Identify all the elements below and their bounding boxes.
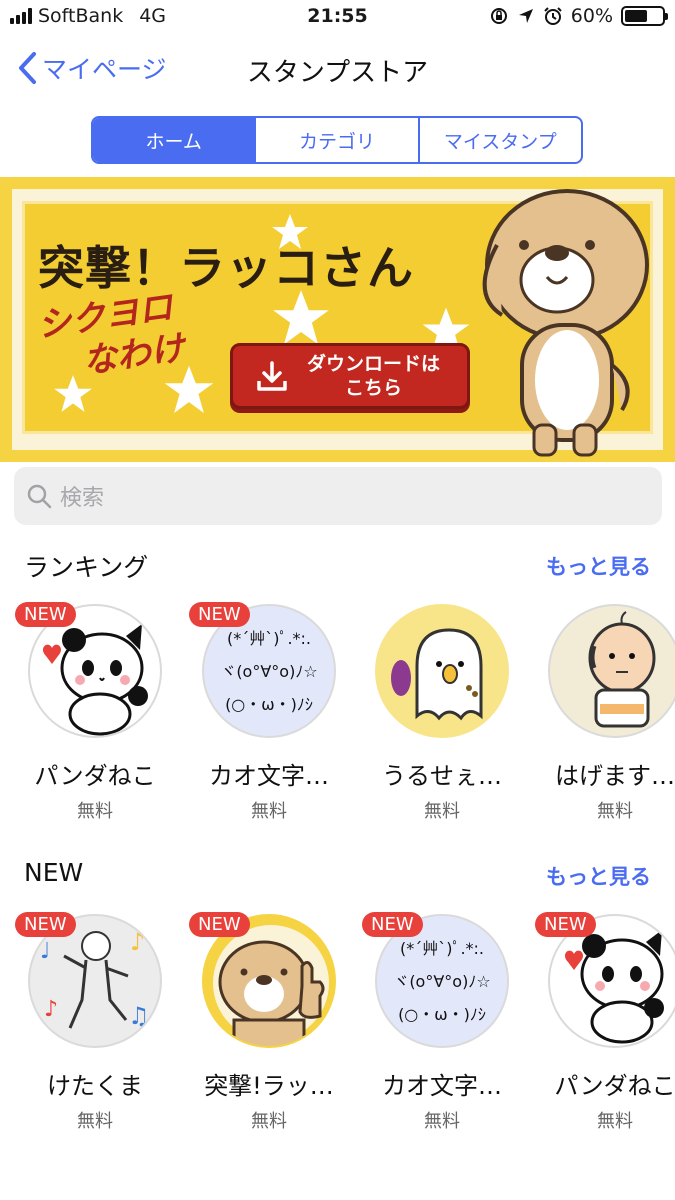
sticker-price: 無料	[597, 801, 633, 822]
alarm-icon	[544, 7, 562, 25]
tab-category[interactable]: カテゴリ	[256, 118, 420, 162]
ranking-more-link[interactable]: もっと見る	[546, 551, 651, 581]
svg-text:♩: ♩	[40, 939, 50, 964]
sticker-price: 無料	[251, 1111, 287, 1132]
download-label-line-2: こちら	[345, 377, 403, 399]
sticker-name: けたくま	[47, 1072, 143, 1100]
sticker-thumbnail	[375, 604, 509, 738]
sticker-name: パンダねこ	[34, 762, 156, 790]
sticker-name: はげます…	[555, 762, 675, 790]
kaomoji-line: (○・ω・)ﾉｼ	[398, 1004, 486, 1024]
tab-my-stamps[interactable]: マイスタンプ	[420, 118, 581, 162]
sticker-price: 無料	[77, 801, 113, 822]
segmented-control: ホーム カテゴリ マイスタンプ	[91, 116, 583, 164]
new-badge: NEW	[362, 912, 423, 937]
new-badge: NEW	[189, 912, 250, 937]
tab-home[interactable]: ホーム	[93, 118, 257, 162]
sticker-name: カオ文字…	[382, 1072, 502, 1100]
page-title: スタンプストア	[246, 58, 429, 88]
location-icon	[518, 9, 533, 23]
new-section-title: NEW	[24, 858, 84, 887]
download-label-line-1: ダウンロードは	[307, 353, 441, 375]
sticker-name: パンダねこ	[554, 1072, 675, 1100]
kaomoji-line: ヾ(o°∀°o)ﾉ☆	[393, 971, 491, 991]
battery-percent: 60%	[570, 5, 613, 27]
svg-text:♫: ♫	[128, 1002, 150, 1030]
kaomoji-line: (○・ω・)ﾉｼ	[225, 694, 313, 714]
orientation-lock-icon	[490, 8, 507, 24]
sticker-name: カオ文字…	[209, 762, 329, 790]
new-more-link[interactable]: もっと見る	[546, 861, 651, 891]
otter-character-image	[482, 189, 649, 457]
navigation-bar: マイページ スタンプストア	[0, 40, 675, 100]
battery-icon	[621, 6, 668, 26]
search-placeholder: 検索	[60, 486, 105, 511]
sticker-item[interactable]: NEW パンダねこ 無料	[535, 912, 675, 1133]
sticker-price: 無料	[424, 801, 460, 822]
search-icon	[27, 484, 52, 509]
search-field[interactable]: 検索	[14, 467, 662, 525]
download-icon	[257, 361, 287, 391]
download-button[interactable]: ダウンロードは こちら	[230, 343, 470, 409]
sticker-price: 無料	[597, 1111, 633, 1132]
svg-text:♪: ♪	[44, 997, 58, 1022]
sticker-item[interactable]: (*´艸`)ﾟ.*:. ヾ(o°∀°o)ﾉ☆ (○・ω・)ﾉｼ NEW カオ文字…	[189, 602, 349, 823]
new-badge: NEW	[15, 602, 76, 627]
sticker-name: うるせぇ…	[382, 762, 502, 790]
new-badge: NEW	[15, 912, 76, 937]
new-badge: NEW	[535, 912, 596, 937]
sticker-item[interactable]: NEW 突撃!ラッ… 無料	[189, 912, 349, 1133]
sticker-name: 突撃!ラッ…	[204, 1072, 334, 1100]
svg-text:♪: ♪	[130, 928, 145, 956]
new-badge: NEW	[189, 602, 250, 627]
status-right: 60%	[489, 5, 668, 27]
sticker-item[interactable]: (*´艸`)ﾟ.*:. ヾ(o°∀°o)ﾉ☆ (○・ω・)ﾉｼ NEW カオ文字…	[362, 912, 522, 1133]
sticker-price: 無料	[251, 801, 287, 822]
sticker-price: 無料	[77, 1111, 113, 1132]
ranking-section-title: ランキング	[24, 553, 149, 582]
status-bar: SoftBank 4G 21:55 60%	[0, 0, 675, 36]
sticker-price: 無料	[424, 1111, 460, 1132]
ghost-character-image	[391, 628, 483, 721]
banner-title: 突撃！ラッコさん	[38, 241, 414, 295]
sticker-item[interactable]: NEW パンダねこ 無料	[15, 602, 175, 823]
sticker-item[interactable]: はげます… 無料	[535, 604, 675, 823]
sticker-thumbnail	[548, 604, 675, 738]
sticker-item[interactable]: ♩ ♪ ♪ ♫ NEW けたくま 無料	[15, 912, 175, 1133]
bald-man-image	[588, 611, 656, 728]
kaomoji-line: ヾ(o°∀°o)ﾉ☆	[220, 661, 318, 681]
sticker-item[interactable]: うるせぇ… 無料	[362, 604, 522, 823]
